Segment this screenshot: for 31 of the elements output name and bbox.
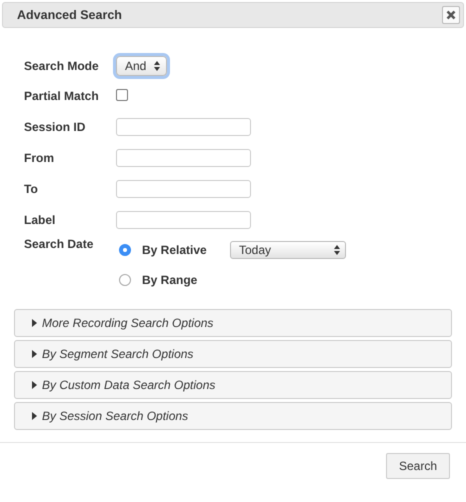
input-field[interactable] <box>116 148 251 166</box>
radio-label: By Relative <box>142 243 208 257</box>
checkbox[interactable] <box>116 88 128 100</box>
accordion-header[interactable]: By Segment Search Options <box>14 340 452 368</box>
field-label: Label <box>24 212 56 226</box>
field-label: Search Mode <box>24 58 100 72</box>
relative-date-select[interactable]: Today <box>230 241 346 259</box>
radio-label: By Range <box>142 273 198 287</box>
caret-icon <box>32 381 37 389</box>
input-field[interactable] <box>116 210 251 228</box>
input-field[interactable] <box>116 118 251 136</box>
radio-button[interactable] <box>119 244 131 256</box>
spinner-arrows-icon <box>334 245 340 255</box>
radio-button[interactable] <box>119 274 131 286</box>
accordion-header[interactable]: By Session Search Options <box>14 402 452 430</box>
field-label: To <box>24 182 39 196</box>
close-icon <box>446 10 456 20</box>
accordion-header[interactable]: More Recording Search Options <box>14 309 452 337</box>
accordion-header[interactable]: By Custom Data Search Options <box>14 371 452 399</box>
close-button[interactable] <box>442 6 460 24</box>
dialog-title: Advanced Search <box>17 8 122 22</box>
caret-icon <box>32 350 37 358</box>
caret-icon <box>32 319 37 327</box>
field-label: Search Date <box>24 237 94 251</box>
caret-icon <box>32 412 37 420</box>
field-label: From <box>24 150 55 164</box>
spinner-arrows-icon <box>154 60 160 70</box>
field-label: Session ID <box>24 120 86 134</box>
field-label: Partial Match <box>24 89 100 103</box>
search-button[interactable]: Search <box>386 453 450 479</box>
input-field[interactable] <box>116 180 251 198</box>
